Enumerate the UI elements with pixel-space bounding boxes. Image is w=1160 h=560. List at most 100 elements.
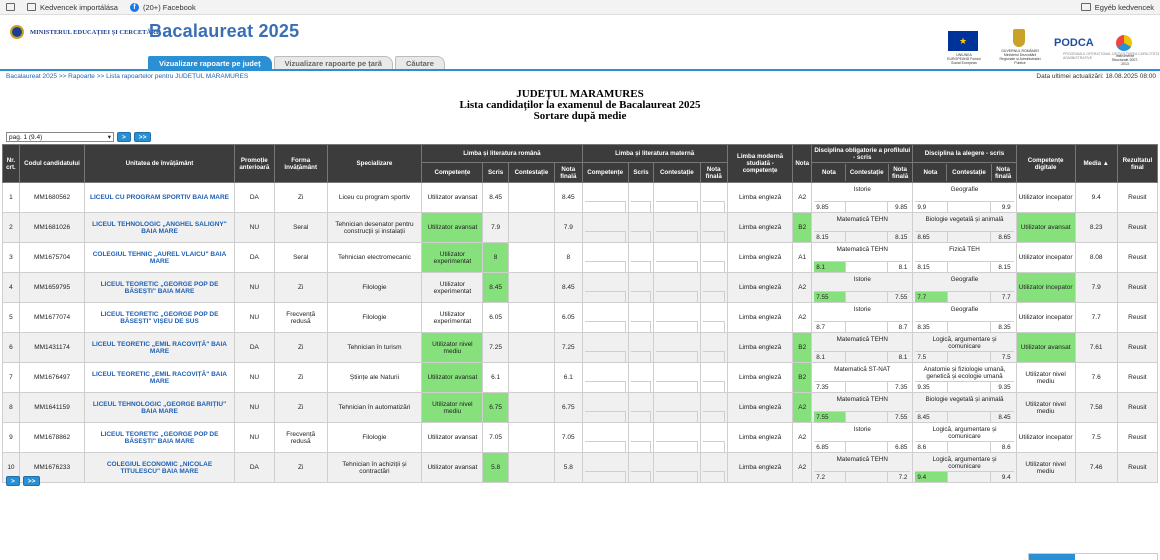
scroll-indicator[interactable] — [1028, 553, 1158, 560]
next-page-button-bottom[interactable]: > — [6, 476, 20, 486]
sub-alg-final: Nota finală — [994, 165, 1012, 180]
row-nr: 6 — [2, 332, 20, 363]
alg-contestatie — [948, 322, 992, 332]
modern-language: Limba engleză — [726, 332, 794, 363]
alg-contestatie — [948, 232, 992, 242]
obl-name: Istorie — [853, 306, 871, 313]
school-link[interactable]: LICEUL TEORETIC „EMIL RACOVIȚĂ" BAIA MAR… — [84, 332, 235, 363]
modern-language: Limba engleză — [726, 242, 794, 273]
alg-nota: 8.35 — [915, 322, 948, 332]
mat-appeal — [653, 212, 701, 243]
school-link[interactable]: LICEUL TEORETIC „GEORGE POP DE BĂSEȘTI" … — [84, 302, 235, 333]
col-spec: Specializare — [326, 144, 423, 183]
site-title[interactable]: Bacalaureat 2025 — [149, 21, 299, 42]
table-row: 1 MM1680562 LICEUL CU PROGRAM SPORTIV BAIA… — [2, 182, 1159, 213]
obl-name: Matematică TEHN — [836, 246, 888, 253]
digital-competence: Utilizator incepator — [1015, 422, 1076, 453]
next-page-button[interactable]: > — [117, 132, 131, 142]
last-page-button-bottom[interactable]: >> — [22, 476, 41, 486]
obl-name: Matematică TEHN — [836, 456, 888, 463]
alg-name: Fizică TEH — [949, 246, 980, 253]
modern-language-grade: A2 — [792, 422, 813, 453]
tab-county-reports[interactable]: Vizualizare rapoarte pe județ — [148, 56, 272, 69]
average: 7.61 — [1074, 332, 1118, 363]
mat-final — [699, 302, 728, 333]
mat-final — [699, 212, 728, 243]
obl-nota: 9.85 — [814, 202, 846, 212]
tab-search[interactable]: Căutare — [394, 56, 445, 69]
rom-written: 7.9 — [482, 212, 509, 243]
obl-nota: 7.2 — [814, 472, 846, 482]
breadcrumb[interactable]: Bacalaureat 2025 >> Rapoarte >> Lista ra… — [6, 73, 248, 80]
specialization: Tehnician în automatizări — [326, 392, 423, 423]
bookmark-facebook[interactable]: f (20+) Facebook — [129, 2, 196, 12]
obl-contestatie — [846, 352, 889, 362]
mat-written — [627, 452, 655, 483]
ministry-name: MINISTERUL EDUCAȚIEI ȘI CERCETĂRII — [30, 29, 161, 36]
promo-prev: NU — [233, 212, 275, 243]
col-dobl: Disciplina obligatorie a profilului - sc… — [811, 144, 914, 163]
sub-mat-comp: Competențe — [581, 162, 629, 183]
school-link[interactable]: LICEUL TEHNOLOGIC „ANGHEL SALIGNY" BAIA … — [84, 212, 235, 243]
school-link[interactable]: LICEUL TEORETIC „GEORGE POP DE BĂSEȘTI" … — [84, 272, 235, 303]
rom-competence: Utilizator avansat — [421, 212, 484, 243]
alg-contestatie — [948, 382, 992, 392]
title-sort: Sortare după medie — [533, 110, 627, 122]
mat-appeal — [653, 272, 701, 303]
specialization: Tehnician în achiziții și contractări — [326, 452, 423, 483]
modern-language-grade: A1 — [792, 242, 813, 273]
tab-country-reports[interactable]: Vizualizare rapoarte pe țară — [273, 56, 393, 69]
study-form: Zi — [273, 362, 328, 393]
alg-cell: Geografie 7.7 7.7 — [912, 272, 1017, 303]
obl-contestatie — [846, 292, 889, 302]
table-row: 9 MM1678862 LICEUL TEORETIC „GEORGE POP DE… — [2, 422, 1159, 453]
bookmarks-icon — [6, 3, 15, 11]
chevron-down-icon: ▾ — [107, 134, 111, 141]
digital-competence: Utilizator nivel mediu — [1015, 362, 1076, 393]
school-link[interactable]: LICEUL TEORETIC „EMIL RACOVIȚĂ" BAIA MAR… — [84, 362, 235, 393]
study-form: Seral — [273, 212, 328, 243]
obl-cell: Istorie 7.55 7.55 — [811, 272, 914, 303]
alg-contestatie — [948, 262, 992, 272]
specialization: Tehnician în turism — [326, 332, 423, 363]
obl-nota: 8.1 — [814, 352, 846, 362]
average: 7.46 — [1074, 452, 1118, 483]
school-link[interactable]: COLEGIUL TEHNIC „AUREL VLAICU" BAIA MARE — [84, 242, 235, 273]
other-bookmarks[interactable]: Egyéb kedvencek — [1080, 3, 1154, 12]
modern-language: Limba engleză — [726, 272, 794, 303]
obl-contestatie — [846, 412, 889, 422]
alg-final: 7.7 — [1001, 293, 1011, 301]
scroll-thumb[interactable] — [1029, 554, 1075, 560]
row-nr: 9 — [2, 422, 20, 453]
col-media[interactable]: Media ▲ — [1074, 144, 1118, 183]
mat-appeal — [653, 182, 701, 213]
obl-contestatie — [846, 232, 889, 242]
alg-nota: 9.9 — [915, 202, 948, 212]
sub-mat-scris: Scris — [627, 162, 655, 183]
bookmark-menu[interactable] — [6, 3, 15, 11]
digital-competence: Utilizator avansat — [1015, 212, 1076, 243]
sub-obl: Nota Contestație Nota finală — [811, 162, 914, 183]
obl-contestatie — [846, 472, 889, 482]
school-link[interactable]: LICEUL TEHNOLOGIC „GEORGE BARIȚIU" BAIA … — [84, 392, 235, 423]
school-link[interactable]: LICEUL CU PROGRAM SPORTIV BAIA MARE — [84, 182, 235, 213]
last-page-button[interactable]: >> — [133, 132, 152, 142]
mat-written — [627, 272, 655, 303]
alg-name: Logică, argumentare și comunicare — [932, 426, 997, 440]
school-link[interactable]: COLEGIUL ECONOMIC „NICOLAE TITULESCU" BA… — [84, 452, 235, 483]
table-row: 7 MM1676497 LICEUL TEORETIC „EMIL RACOVIȚĂ… — [2, 362, 1159, 393]
mat-final — [699, 332, 728, 363]
pager-top: pag. 1 (9.4) ▾ > >> — [6, 132, 152, 142]
obl-contestatie — [846, 322, 889, 332]
bookmark-import[interactable]: Kedvencek importálása — [27, 3, 118, 12]
alg-cell: Biologie vegetală și animală 8.45 8.45 — [912, 392, 1017, 423]
rom-appeal — [507, 212, 556, 243]
promo-prev: DA — [233, 242, 275, 273]
alg-final: 8.45 — [998, 413, 1011, 421]
study-form: Frecvență redusă — [273, 302, 328, 333]
school-link[interactable]: LICEUL TEORETIC „GEORGE POP DE BĂSEȘTI" … — [84, 422, 235, 453]
candidate-code: MM1641159 — [18, 392, 86, 423]
page-select[interactable]: pag. 1 (9.4) ▾ — [6, 132, 114, 142]
structural-funds-text: Instrumente Structurale 2007-2013 — [1111, 54, 1139, 66]
promo-prev: DA — [233, 332, 275, 363]
